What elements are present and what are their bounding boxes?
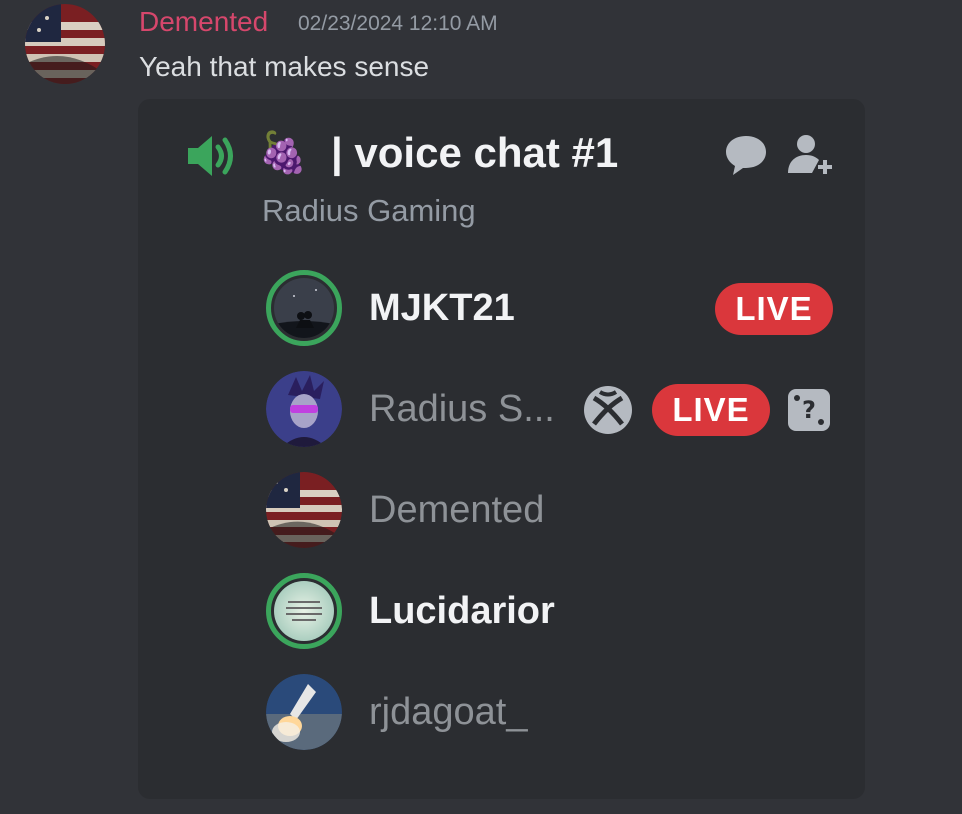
member-avatar [266,270,342,346]
author-name[interactable]: Demented [139,5,268,39]
member-name: Lucidarior [369,590,555,632]
message-timestamp: 02/23/2024 12:10 AM [298,12,498,35]
voice-member-radius[interactable]: Radius S... LIVE ? [266,371,836,451]
member-avatar [266,371,342,447]
svg-text:?: ? [802,396,816,424]
member-name: MJKT21 [369,287,515,329]
add-user-icon[interactable] [784,131,836,181]
voice-member-demented[interactable]: Demented [266,472,836,552]
grapes-emoji-icon: 🍇 [258,131,308,175]
speaker-icon [188,136,233,176]
live-badge[interactable]: LIVE [715,283,833,335]
author-avatar[interactable] [25,4,105,84]
chat-bubble-icon[interactable] [722,132,770,178]
member-name: Radius S... [369,388,555,430]
xbox-icon[interactable] [582,384,634,436]
voice-member-lucidarior[interactable]: Lucidarior [266,573,836,653]
server-name: Radius Gaming [262,193,476,228]
voice-member-mjkt21[interactable]: MJKT21 LIVE [266,270,836,350]
member-avatar [266,472,342,548]
chat-view: Demented 02/23/2024 12:10 AM Yeah that m… [0,0,962,814]
member-avatar [266,674,342,750]
member-avatar [266,573,342,649]
live-badge[interactable]: LIVE [652,384,770,436]
dice-icon[interactable]: ? [786,387,832,433]
member-name: Demented [369,489,545,531]
channel-name[interactable]: | voice chat #1 [331,125,618,181]
member-name: rjdagoat_ [369,691,528,733]
voice-member-rjdagoat[interactable]: rjdagoat_ [266,674,836,754]
voice-channel-card[interactable]: 🍇 | voice chat #1 Radius Gaming MJKT21 L… [138,99,865,799]
message-text: Yeah that makes sense [139,51,430,82]
